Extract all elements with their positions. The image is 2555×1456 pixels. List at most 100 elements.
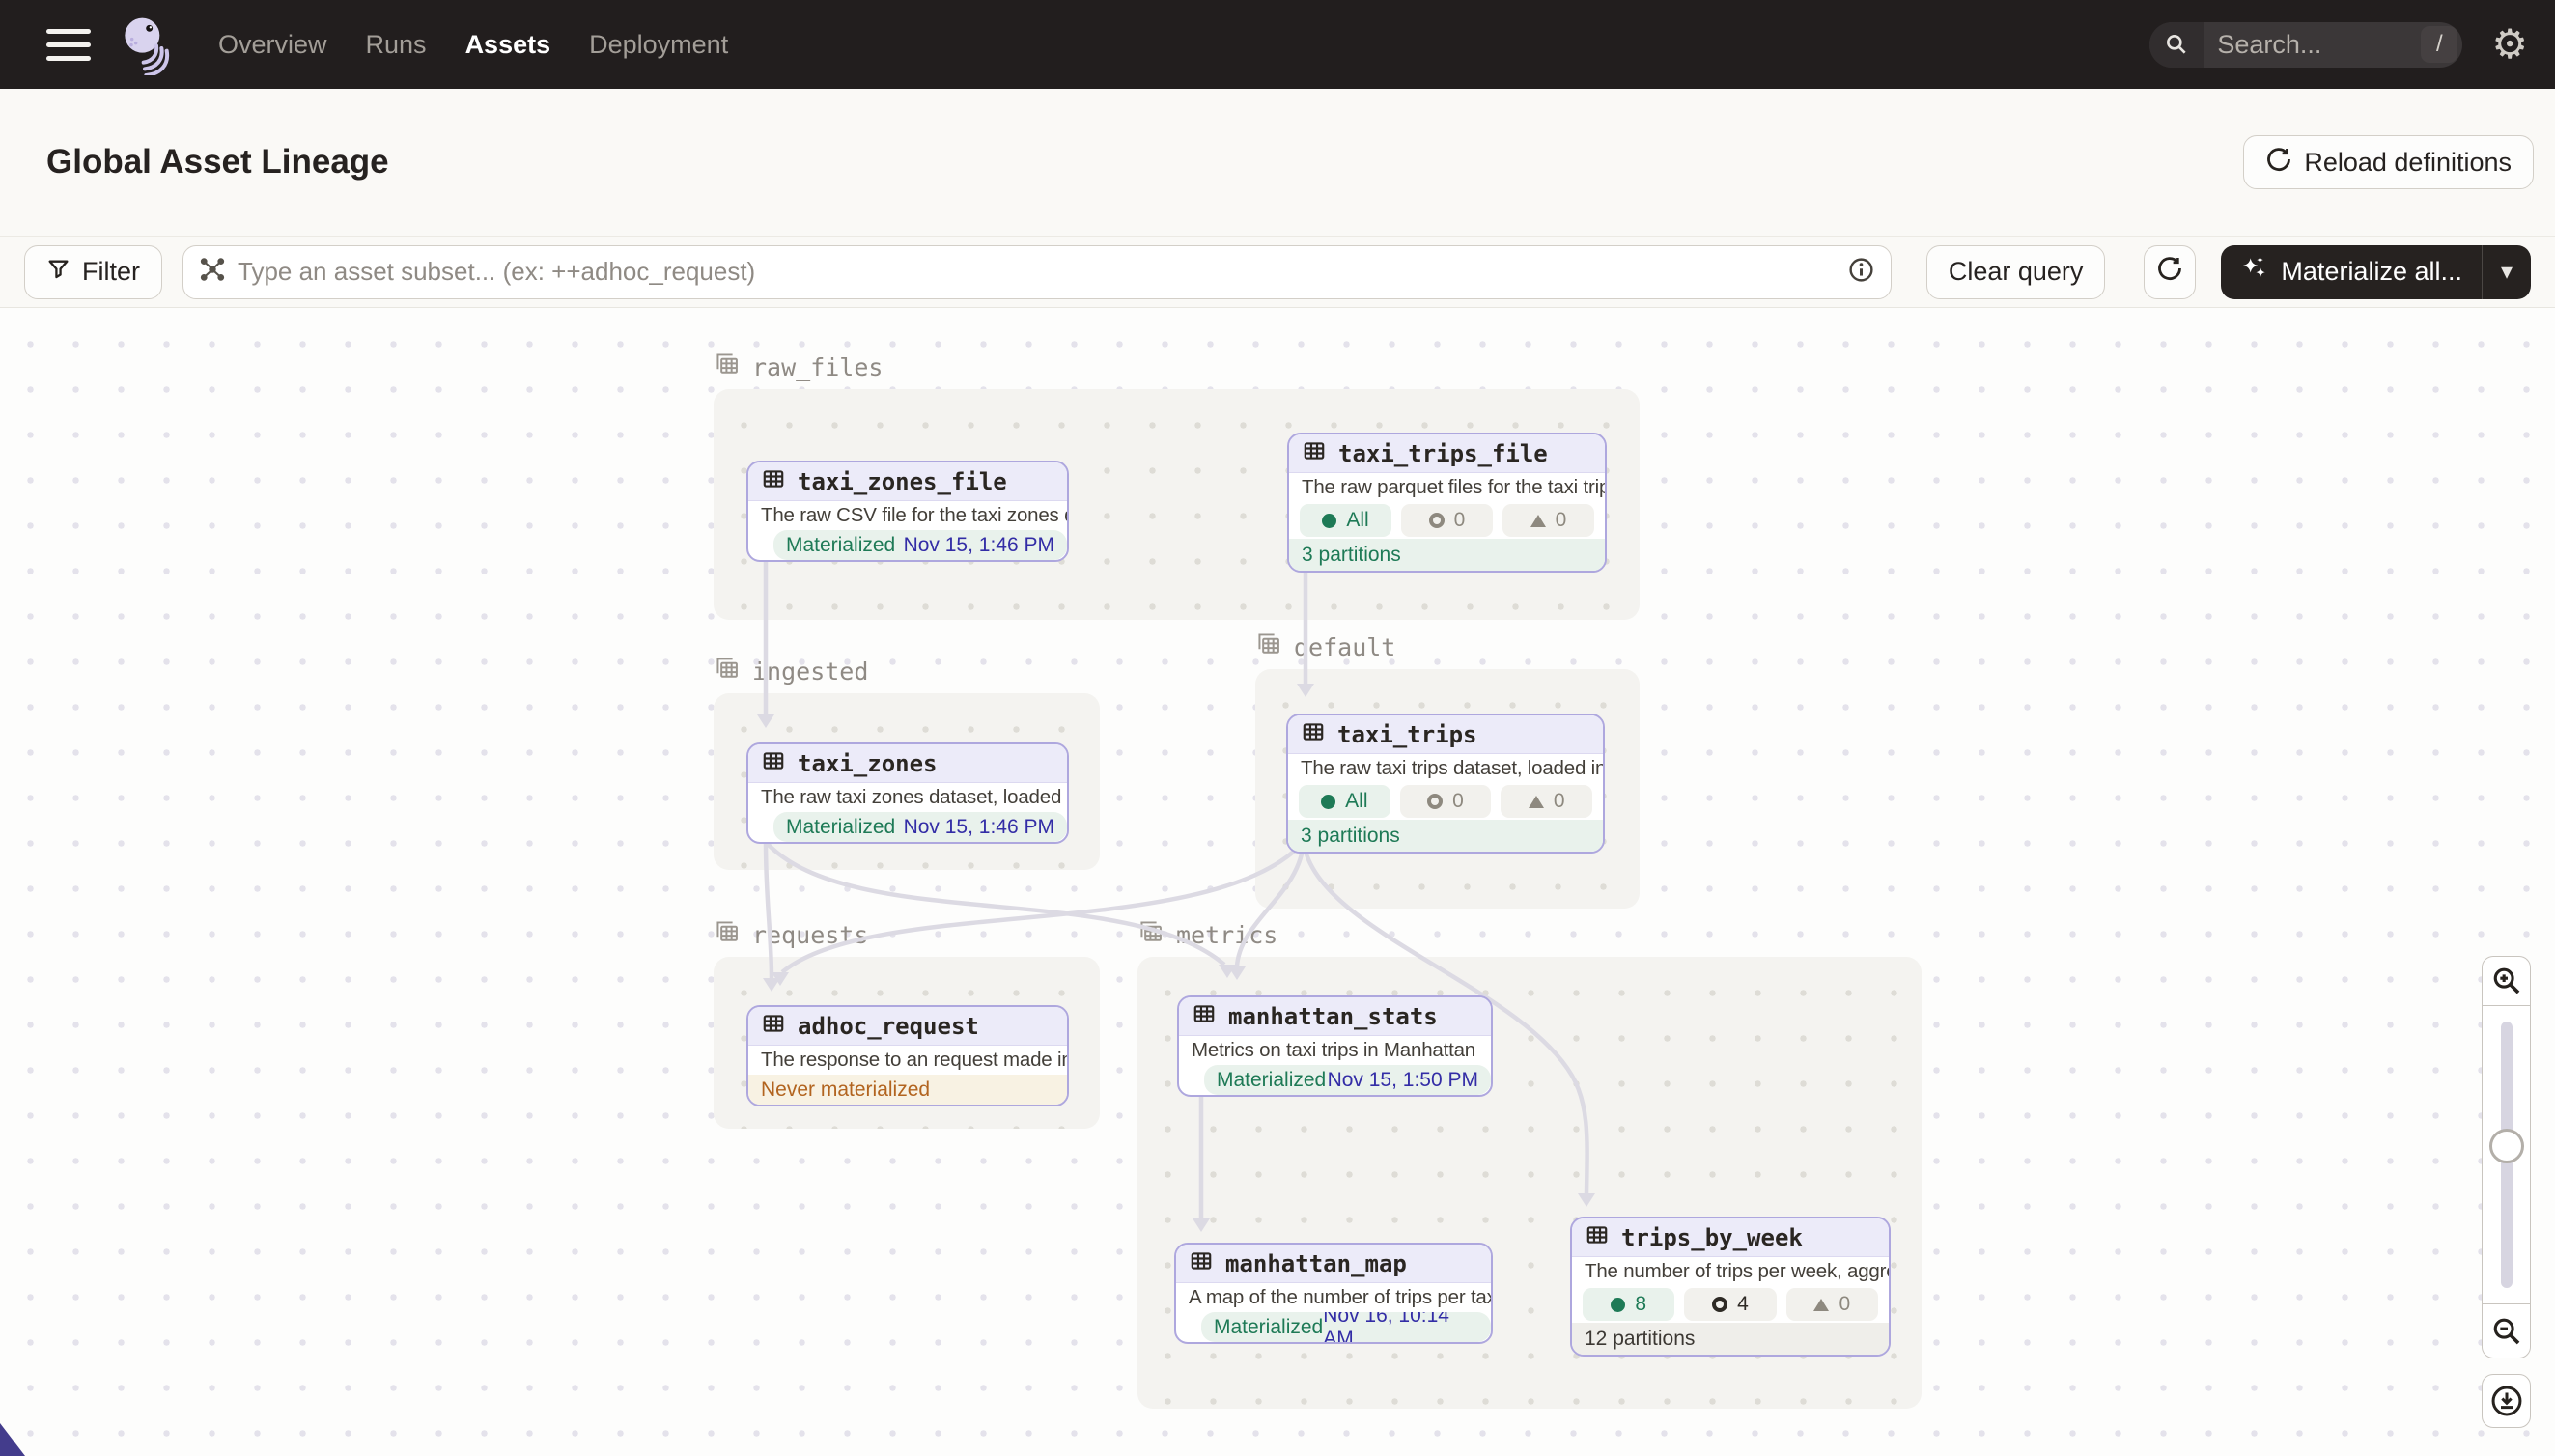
asset-description: The response to an request made in th...: [748, 1046, 1067, 1075]
materialization-status: Never materialized: [761, 1078, 930, 1102]
hamburger-menu-icon[interactable]: [46, 29, 91, 61]
materialization-timestamp[interactable]: Nov 15, 1:46 PM: [904, 534, 1054, 557]
asset-name: taxi_zones_file: [798, 468, 1007, 495]
asset-description: Metrics on taxi trips in Manhattan: [1179, 1036, 1491, 1065]
asset-node-footer: Never materialized: [748, 1075, 1067, 1105]
materialize-all-button[interactable]: Materialize all...: [2221, 245, 2483, 299]
group-label-ingested[interactable]: ingested: [714, 655, 868, 687]
asset-node-header: taxi_zones: [748, 744, 1067, 783]
zoom-slider[interactable]: [2482, 1005, 2531, 1304]
asset-graph-icon: [199, 256, 226, 288]
zoom-in-button[interactable]: [2482, 956, 2531, 1005]
download-image-button[interactable]: [2482, 1374, 2531, 1428]
asset-subset-input[interactable]: Type an asset subset... (ex: ++adhoc_req…: [182, 245, 1892, 299]
search-shortcut-badge: /: [2421, 26, 2457, 63]
asset-description: The raw taxi zones dataset, loaded int..…: [748, 783, 1067, 812]
failed-ring-icon: [1427, 794, 1443, 809]
search-icon: [2149, 22, 2204, 68]
lineage-canvas[interactable]: raw_files ingested default requests metrics t…: [0, 308, 2555, 1456]
asset-node-manhattan_stats[interactable]: manhattan_statsMetrics on taxi trips in …: [1177, 995, 1493, 1097]
group-name: ingested: [752, 658, 868, 686]
stale-triangle-icon: [1813, 1299, 1829, 1311]
table-icon: [1192, 1001, 1217, 1032]
table-icon: [761, 1011, 786, 1042]
asset-node-taxi_zones_file[interactable]: taxi_zones_file The raw CSV file for the …: [746, 461, 1069, 562]
search-input[interactable]: Search... /: [2149, 22, 2462, 68]
materialization-status: 3 partitions: [1302, 544, 1401, 567]
asset-node-taxi_trips_file[interactable]: taxi_trips_file The raw parquet files for…: [1287, 433, 1607, 573]
tab-deployment[interactable]: Deployment: [589, 30, 728, 60]
partition-pill-count: All: [1346, 509, 1368, 532]
asset-name: manhattan_map: [1225, 1250, 1407, 1277]
materialized-dot-icon: [1611, 1298, 1625, 1312]
partition-pill: 8: [1583, 1288, 1674, 1321]
table-icon: [1585, 1222, 1610, 1253]
group-label-default[interactable]: default: [1255, 630, 1395, 663]
filter-icon: [46, 257, 70, 288]
partition-pill: 4: [1684, 1288, 1776, 1321]
materialized-dot-icon: [1322, 514, 1336, 528]
page-title: Global Asset Lineage: [46, 143, 389, 182]
asset-node-header: manhattan_map: [1176, 1245, 1491, 1283]
asset-node-taxi_zones[interactable]: taxi_zones The raw taxi zones dataset, lo…: [746, 742, 1069, 844]
partition-pill-count: 0: [1839, 1293, 1850, 1316]
tab-assets[interactable]: Assets: [465, 30, 551, 60]
asset-subset-placeholder: Type an asset subset... (ex: ++adhoc_req…: [238, 257, 1836, 287]
materialization-status: Materialized: [1217, 1069, 1326, 1092]
zoom-out-button[interactable]: [2482, 1304, 2531, 1358]
materialize-dropdown-caret[interactable]: ▾: [2483, 245, 2531, 299]
reload-definitions-label: Reload definitions: [2304, 148, 2512, 178]
top-nav: Overview Runs Assets Deployment Search..…: [0, 0, 2555, 89]
group-label-requests[interactable]: requests: [714, 918, 868, 951]
reload-icon: [2265, 146, 2292, 180]
group-icon: [714, 918, 741, 951]
group-label-metrics[interactable]: metrics: [1137, 918, 1278, 951]
materialization-timestamp[interactable]: Nov 15, 1:46 PM: [904, 816, 1054, 839]
clear-query-button[interactable]: Clear query: [1926, 245, 2106, 299]
asset-node-adhoc_request[interactable]: adhoc_requestThe response to an request …: [746, 1005, 1069, 1106]
materialization-status: Materialized: [786, 816, 895, 839]
asset-name: taxi_trips_file: [1338, 440, 1548, 467]
materialization-timestamp[interactable]: Nov 16, 10:14 AM: [1323, 1312, 1478, 1342]
asset-node-trips_by_week[interactable]: trips_by_weekThe number of trips per wee…: [1570, 1217, 1891, 1357]
tab-runs[interactable]: Runs: [366, 30, 427, 60]
refresh-button[interactable]: [2144, 245, 2196, 299]
materialization-timestamp[interactable]: Nov 15, 1:50 PM: [1328, 1069, 1478, 1092]
table-icon: [761, 748, 786, 779]
asset-description: The raw CSV file for the taxi zones dat.…: [748, 501, 1067, 530]
group-icon: [714, 350, 741, 383]
clear-query-label: Clear query: [1949, 257, 2084, 287]
asset-node-footer: 3 partitions: [1288, 820, 1603, 852]
partition-pill-count: 4: [1737, 1293, 1749, 1316]
materialization-status: 12 partitions: [1585, 1328, 1695, 1351]
partition-pill-count: 8: [1635, 1293, 1646, 1316]
gear-icon[interactable]: ⚙: [2491, 24, 2528, 65]
asset-node-manhattan_map[interactable]: manhattan_mapA map of the number of trip…: [1174, 1243, 1493, 1344]
page-header: Global Asset Lineage Reload definitions: [0, 89, 2555, 237]
asset-node-footer: 12 partitions: [1572, 1323, 1889, 1355]
reload-definitions-button[interactable]: Reload definitions: [2243, 135, 2534, 189]
info-icon[interactable]: [1847, 256, 1875, 289]
group-name: raw_files: [752, 353, 883, 381]
group-label-raw_files[interactable]: raw_files: [714, 350, 883, 383]
partition-pill: 0: [1501, 785, 1592, 818]
asset-node-footer: MaterializedNov 15, 1:46 PM: [773, 530, 1067, 560]
filter-button[interactable]: Filter: [24, 245, 162, 299]
partition-status-pills: 8 4 0: [1572, 1286, 1889, 1323]
search-placeholder: Search...: [2217, 30, 2421, 60]
group-name: metrics: [1176, 921, 1278, 949]
zoom-slider-thumb[interactable]: [2489, 1129, 2524, 1163]
asset-node-header: taxi_trips: [1288, 715, 1603, 754]
materialize-all-split-button: Materialize all... ▾: [2221, 245, 2531, 299]
asset-name: trips_by_week: [1621, 1224, 1803, 1251]
partition-status-pills: All00: [1288, 783, 1603, 820]
dagster-logo[interactable]: [114, 14, 176, 75]
asset-name: taxi_zones: [798, 750, 938, 777]
asset-node-taxi_trips[interactable]: taxi_tripsThe raw taxi trips dataset, lo…: [1286, 714, 1605, 854]
asset-description: The raw parquet files for the taxi trips…: [1289, 473, 1605, 502]
asset-node-header: trips_by_week: [1572, 1218, 1889, 1257]
materialized-dot-icon: [1321, 795, 1335, 809]
lineage-toolbar: Filter Type an asset subset... (ex: ++ad…: [0, 237, 2555, 308]
tab-overview[interactable]: Overview: [218, 30, 327, 60]
asset-node-header: adhoc_request: [748, 1007, 1067, 1046]
